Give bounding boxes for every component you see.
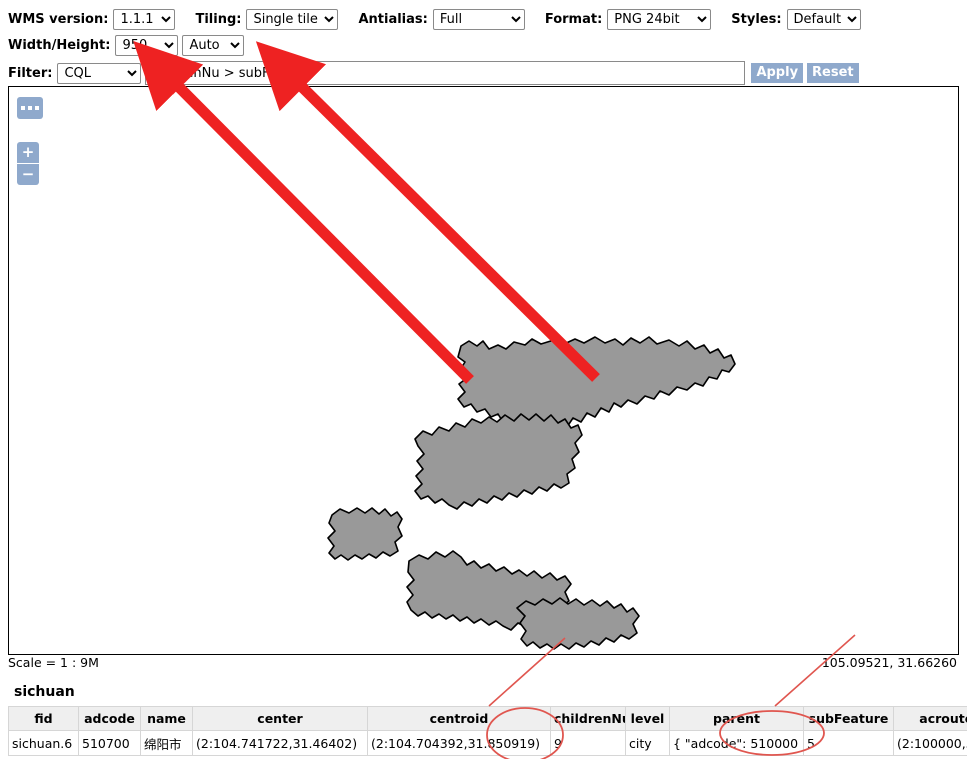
table-header-centroid[interactable]: centroid — [367, 706, 551, 731]
cell-childrennu: 9 — [550, 730, 626, 756]
filter-expression-input[interactable] — [145, 61, 746, 85]
layer-name-heading: sichuan — [14, 684, 75, 700]
map-polygon-lower-right — [516, 597, 640, 650]
cell-acroutes: (2:100000,510000) — [893, 730, 967, 756]
scale-readout: Scale = 1 : 9M — [8, 655, 99, 670]
map-status-bar: Scale = 1 : 9M 105.09521, 31.66260 — [8, 655, 957, 673]
table-header-acroutes[interactable]: acroutes — [893, 706, 967, 731]
wms-options-toolbar: WMS version: 1.1.1 Tiling: Single tile A… — [0, 0, 967, 86]
wms-version-select[interactable]: 1.1.1 — [113, 8, 176, 30]
styles-select[interactable]: Default — [786, 8, 861, 30]
format-select[interactable]: PNG 24bit — [607, 8, 712, 30]
cell-level: city — [625, 730, 670, 756]
table-header-childrennu[interactable]: childrenNu — [550, 706, 626, 731]
filter-label: Filter: — [8, 65, 53, 81]
table-header-parent[interactable]: parent — [669, 706, 804, 731]
cell-centroid: (2:104.704392,31.850919) — [367, 730, 551, 756]
antialias-label: Antialias: — [358, 11, 428, 27]
cell-center: (2:104.741722,31.46402) — [192, 730, 368, 756]
height-select[interactable]: Auto — [182, 34, 245, 56]
toolbar-row-3: Filter: CQL Apply Reset — [8, 60, 967, 86]
table-row[interactable]: sichuan.6 510700 绵阳市 (2:104.741722,31.46… — [8, 730, 967, 756]
apply-button[interactable]: Apply — [751, 63, 804, 83]
table-header-subfeature[interactable]: subFeature — [803, 706, 894, 731]
filter-type-select[interactable]: CQL — [57, 62, 142, 84]
format-label: Format: — [544, 11, 603, 27]
zoom-in-button[interactable]: + — [17, 142, 39, 163]
map-polygons — [327, 336, 736, 650]
map-options-button[interactable] — [17, 97, 43, 119]
table-header-name[interactable]: name — [140, 706, 193, 731]
dots-icon — [28, 106, 32, 110]
map-polygon-mid-left — [414, 413, 583, 510]
tiling-select[interactable]: Single tile — [246, 8, 339, 30]
width-height-label: Width/Height: — [8, 37, 111, 53]
cell-name: 绵阳市 — [140, 730, 193, 756]
map-viewport[interactable]: + − — [8, 86, 959, 655]
tiling-label: Tiling: — [195, 11, 242, 27]
table-header-center[interactable]: center — [192, 706, 368, 731]
table-header-row: fid adcode name center centroid children… — [8, 706, 967, 731]
dots-icon — [35, 106, 39, 110]
table-header-adcode[interactable]: adcode — [78, 706, 141, 731]
toolbar-row-1: WMS version: 1.1.1 Tiling: Single tile A… — [8, 6, 967, 32]
dots-icon — [21, 106, 25, 110]
cell-adcode: 510700 — [78, 730, 141, 756]
cell-fid: sichuan.6 — [8, 730, 79, 756]
width-select[interactable]: 950 — [115, 34, 179, 56]
coordinate-readout: 105.09521, 31.66260 — [821, 655, 957, 670]
geoserver-layer-preview-page: WMS version: 1.1.1 Tiling: Single tile A… — [0, 0, 967, 759]
feature-attribute-table: fid adcode name center centroid children… — [8, 706, 967, 756]
wms-version-label: WMS version: — [8, 11, 109, 27]
toolbar-row-2: Width/Height: 950 Auto — [8, 32, 967, 58]
cell-subfeature: 5 — [803, 730, 894, 756]
styles-label: Styles: — [731, 11, 782, 27]
zoom-out-button[interactable]: − — [17, 164, 39, 185]
reset-button[interactable]: Reset — [807, 63, 859, 83]
antialias-select[interactable]: Full — [432, 8, 525, 30]
table-header-fid[interactable]: fid — [8, 706, 79, 731]
map-polygon-sw — [327, 507, 403, 561]
cell-parent: { "adcode": 510000 } — [669, 730, 804, 756]
table-header-level[interactable]: level — [625, 706, 670, 731]
